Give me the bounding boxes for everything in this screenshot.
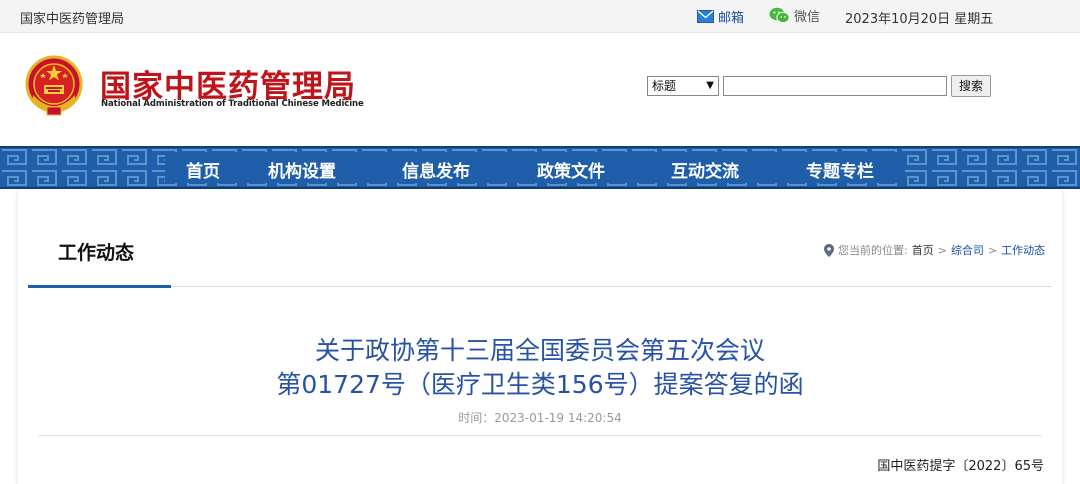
search-button[interactable]: 搜索 bbox=[951, 75, 991, 97]
site-header: 国家中医药管理局 National Administration of Trad… bbox=[0, 33, 1080, 146]
wechat-label: 微信 bbox=[794, 10, 821, 25]
breadcrumb-department[interactable]: 综合司 bbox=[951, 242, 984, 258]
search-field-select[interactable]: 标题 ▼ bbox=[647, 76, 719, 96]
wechat-link[interactable]: 微信 bbox=[769, 6, 820, 25]
main-nav: 首页 机构设置 信息发布 政策文件 互动交流 专题专栏 bbox=[0, 146, 1080, 189]
nav-item-organization[interactable]: 机构设置 bbox=[268, 157, 336, 182]
chevron-down-icon: ▼ bbox=[706, 80, 714, 91]
nav-item-information[interactable]: 信息发布 bbox=[402, 157, 470, 182]
article-title-line-2: 第01727号（医疗卫生类156号）提案答复的函 bbox=[276, 370, 804, 399]
column-title-underline bbox=[28, 285, 171, 288]
mail-label: 邮箱 bbox=[718, 11, 745, 26]
nav-item-home[interactable]: 首页 bbox=[186, 157, 220, 182]
nav-item-interaction[interactable]: 互动交流 bbox=[671, 157, 739, 182]
mail-icon bbox=[697, 10, 714, 23]
national-emblem-icon[interactable] bbox=[25, 55, 83, 117]
column-title: 工作动态 bbox=[58, 242, 135, 264]
current-date: 2023年10月20日 星期五 bbox=[845, 12, 994, 27]
breadcrumb-current[interactable]: 工作动态 bbox=[1001, 242, 1045, 258]
location-pin-icon bbox=[824, 243, 834, 257]
breadcrumb-home[interactable]: 首页 bbox=[912, 242, 934, 258]
article-divider bbox=[38, 435, 1042, 436]
breadcrumb: 您当前的位置: 首页 > 综合司 > 工作动态 bbox=[824, 242, 1045, 258]
breadcrumb-separator: > bbox=[987, 243, 998, 257]
top-utility-bar: 国家中医药管理局 邮箱 微信 2023年10月20日 星期五 bbox=[0, 0, 1080, 33]
breadcrumb-separator: > bbox=[937, 243, 947, 257]
nav-item-policy[interactable]: 政策文件 bbox=[537, 157, 605, 182]
breadcrumb-prefix: 您当前的位置: bbox=[838, 244, 908, 257]
column-divider bbox=[28, 286, 1052, 287]
article-publish-time: 时间：2023-01-19 14:20:54 bbox=[458, 411, 622, 425]
article-title-line-1: 关于政协第十三届全国委员会第五次会议 bbox=[314, 336, 765, 365]
content-panel: 工作动态 您当前的位置: 首页 > 综合司 > 工作动态 关于政协第十三届全国委… bbox=[18, 189, 1062, 484]
document-number: 国中医药提字〔2022〕65号 bbox=[877, 459, 1044, 474]
nav-item-special-topics[interactable]: 专题专栏 bbox=[806, 157, 874, 182]
mail-link[interactable]: 邮箱 bbox=[697, 7, 744, 26]
search-input[interactable] bbox=[723, 76, 947, 96]
logo-english-name[interactable]: National Administration of Traditional C… bbox=[101, 99, 364, 109]
site-name: 国家中医药管理局 bbox=[20, 12, 125, 27]
wechat-icon bbox=[769, 7, 790, 24]
search-select-value: 标题 bbox=[652, 79, 677, 93]
